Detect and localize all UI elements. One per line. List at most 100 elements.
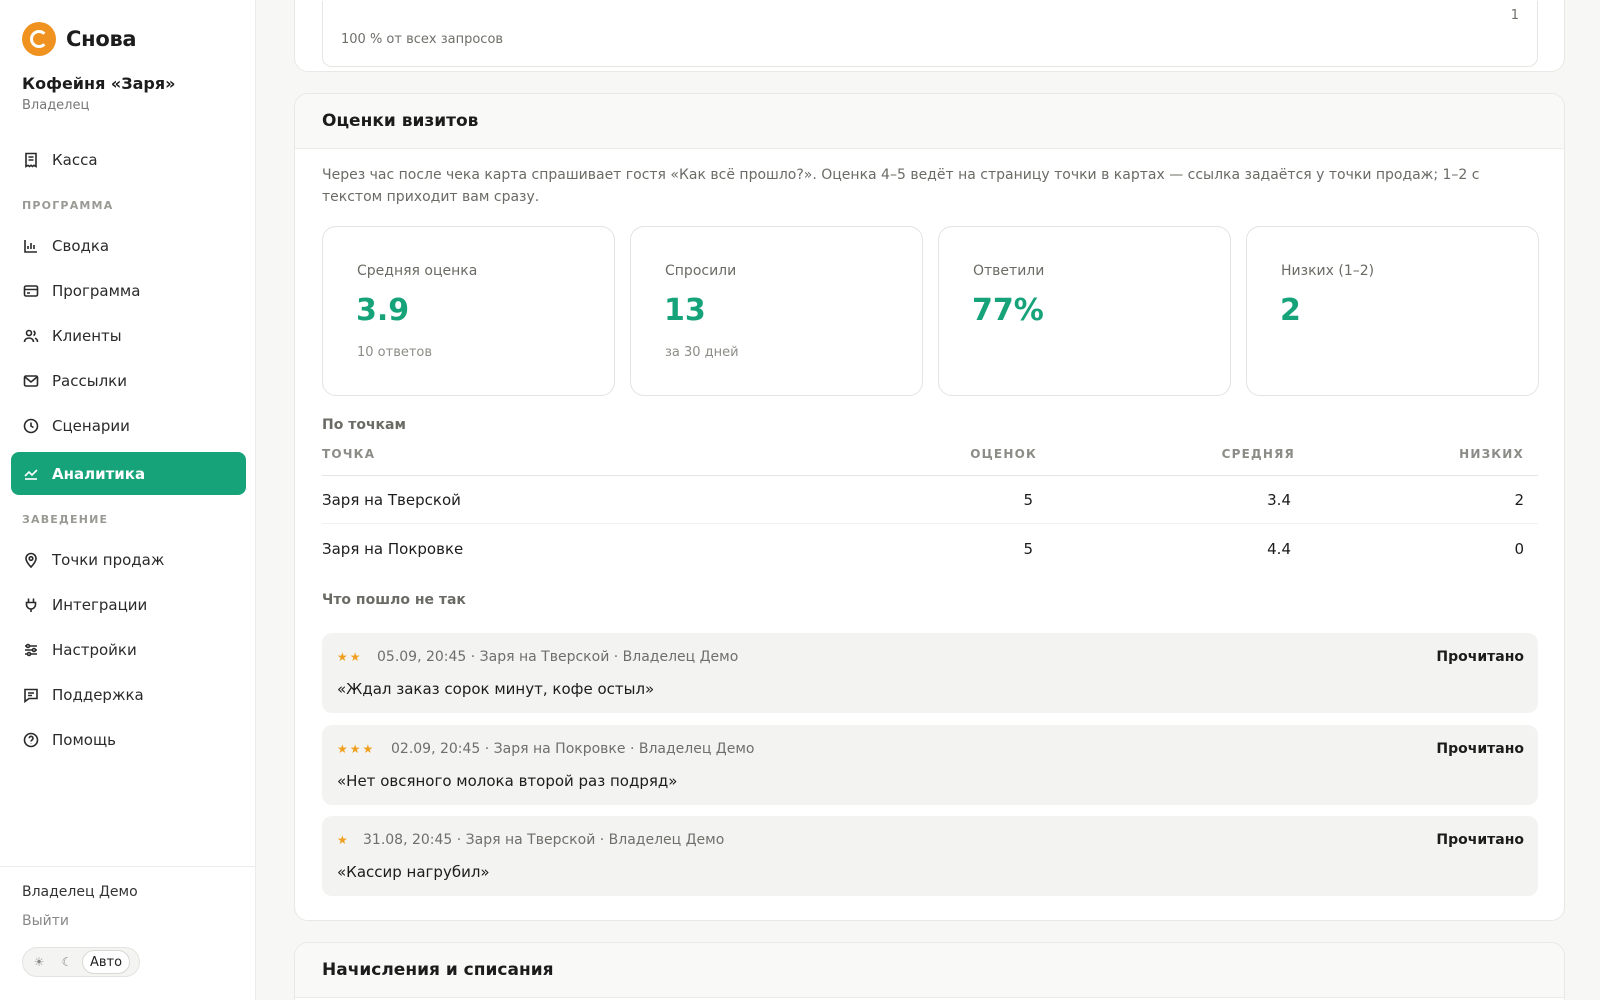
sidebar-divider — [0, 866, 255, 867]
issues-title: Что пошло не так — [322, 592, 466, 608]
stat-card-average: Средняя оценка 3.9 10 ответов — [322, 226, 615, 396]
cell-low: 2 — [1514, 491, 1524, 509]
bar-chart-icon — [23, 238, 39, 254]
sidebar-item-label: Клиенты — [52, 326, 122, 345]
row-divider — [322, 523, 1538, 524]
column-header-point: ТОЧКА — [322, 447, 376, 461]
sidebar: Снова Кофейня «Заря» Владелец Касса ПРОГ… — [0, 0, 256, 1000]
sidebar-item-label: Точки продаж — [52, 550, 165, 569]
theme-auto-button[interactable]: Авто — [82, 950, 130, 974]
feedback-text: «Ждал заказ сорок минут, кофе остыл» — [337, 680, 655, 698]
nav-section-program: ПРОГРАММА — [22, 199, 114, 212]
sidebar-item-label: Сценарии — [52, 416, 130, 435]
channel-card: 100 % от всех запросов 1 — [294, 0, 1565, 72]
rating-stars: ★ — [337, 833, 350, 847]
feedback-text: «Кассир нагрубил» — [337, 863, 490, 881]
sidebar-item-support[interactable]: Поддержка — [11, 673, 246, 716]
feedback-meta: 31.08, 20:45 · Заря на Тверской · Владел… — [363, 832, 725, 848]
stat-sub: за 30 дней — [665, 345, 739, 360]
sidebar-item-help[interactable]: Помощь — [11, 718, 246, 761]
read-status-button[interactable]: Прочитано — [1436, 649, 1524, 665]
brand-name: Снова — [66, 27, 137, 51]
nav-section-venue: ЗАВЕДЕНИЕ — [22, 513, 109, 526]
column-header-average: СРЕДНЯЯ — [1221, 447, 1295, 461]
sidebar-item-program[interactable]: Программа — [11, 269, 246, 312]
column-header-low: НИЗКИХ — [1459, 447, 1524, 461]
sidebar-item-analytics[interactable]: Аналитика — [11, 452, 246, 495]
sidebar-item-summary[interactable]: Сводка — [11, 224, 246, 267]
by-point-title: По точкам — [322, 417, 406, 433]
users-icon — [23, 328, 39, 344]
sidebar-item-points[interactable]: Точки продаж — [11, 538, 246, 581]
card-title: Оценки визитов — [295, 94, 1564, 149]
cell-count: 5 — [1023, 540, 1033, 558]
cell-average: 3.4 — [1267, 491, 1291, 509]
feedback-meta: 05.09, 20:45 · Заря на Тверской · Владел… — [377, 649, 739, 665]
mail-icon — [23, 373, 39, 389]
table-header-divider — [322, 475, 1538, 476]
feedback-item: ★★ 05.09, 20:45 · Заря на Тверской · Вла… — [322, 633, 1538, 713]
rating-stars: ★★★ — [337, 742, 376, 756]
read-status-button[interactable]: Прочитано — [1436, 741, 1524, 757]
channel-share: 100 % от всех запросов — [341, 32, 504, 47]
logout-link[interactable]: Выйти — [22, 913, 69, 929]
trend-icon — [23, 466, 39, 482]
feedback-meta: 02.09, 20:45 · Заря на Покровке · Владел… — [391, 741, 755, 757]
sidebar-item-mailings[interactable]: Рассылки — [11, 359, 246, 402]
sidebar-item-label: Касса — [52, 150, 98, 169]
sidebar-item-label: Программа — [52, 281, 141, 300]
stat-value: 13 — [664, 293, 706, 328]
brand-logo[interactable]: Снова — [22, 22, 137, 56]
feedback-item: ★ 31.08, 20:45 · Заря на Тверской · Влад… — [322, 816, 1538, 896]
sun-icon[interactable]: ☀ — [26, 950, 52, 974]
sidebar-item-label: Интеграции — [52, 595, 148, 614]
sidebar-item-settings[interactable]: Настройки — [11, 628, 246, 671]
current-user: Владелец Демо — [22, 884, 138, 900]
stat-label: Ответили — [973, 263, 1045, 279]
stat-value: 3.9 — [356, 293, 410, 328]
rating-stars: ★★ — [337, 650, 363, 664]
read-status-button[interactable]: Прочитано — [1436, 832, 1524, 848]
stat-label: Спросили — [665, 263, 737, 279]
stat-value: 77% — [972, 293, 1044, 328]
channel-row: 100 % от всех запросов 1 — [322, 1, 1538, 67]
receipt-icon — [23, 152, 39, 168]
cell-point: Заря на Покровке — [322, 540, 464, 558]
theme-switch: ☀ ☾ Авто — [22, 947, 140, 977]
stat-value: 2 — [1280, 293, 1301, 328]
clock-icon — [23, 418, 39, 434]
column-header-count: ОЦЕНОК — [970, 447, 1037, 461]
visit-ratings-card: Оценки визитов Через час после чека карт… — [294, 93, 1565, 921]
venue-name: Кофейня «Заря» — [22, 74, 176, 93]
accruals-card: Начисления и списания — [294, 942, 1565, 1000]
sidebar-item-scenarios[interactable]: Сценарии — [11, 404, 246, 447]
chat-icon — [23, 687, 39, 703]
channel-count: 1 — [1510, 8, 1519, 23]
sidebar-item-label: Сводка — [52, 236, 110, 255]
ratings-intro: Через час после чека карта спрашивает го… — [322, 167, 1480, 205]
stat-card-asked: Спросили 13 за 30 дней — [630, 226, 923, 396]
sidebar-item-cashier[interactable]: Касса — [11, 138, 246, 181]
cell-count: 5 — [1023, 491, 1033, 509]
moon-icon[interactable]: ☾ — [54, 950, 80, 974]
help-icon — [23, 732, 39, 748]
stat-card-answered: Ответили 77% — [938, 226, 1231, 396]
feedback-text: «Нет овсяного молока второй раз подряд» — [337, 772, 678, 790]
card-title: Начисления и списания — [295, 943, 1564, 998]
cell-average: 4.4 — [1267, 540, 1291, 558]
stat-card-low: Низких (1–2) 2 — [1246, 226, 1539, 396]
cell-point: Заря на Тверской — [322, 491, 461, 509]
sliders-icon — [23, 642, 39, 658]
feedback-item: ★★★ 02.09, 20:45 · Заря на Покровке · Вл… — [322, 725, 1538, 805]
stat-sub: 10 ответов — [357, 345, 433, 360]
sidebar-item-label: Рассылки — [52, 371, 127, 390]
logo-icon — [22, 22, 56, 56]
venue-role: Владелец — [22, 98, 90, 113]
sidebar-item-clients[interactable]: Клиенты — [11, 314, 246, 357]
sidebar-item-label: Помощь — [52, 730, 116, 749]
sidebar-item-label: Настройки — [52, 640, 137, 659]
sidebar-item-label: Поддержка — [52, 685, 144, 704]
stat-label: Средняя оценка — [357, 263, 478, 279]
stat-label: Низких (1–2) — [1281, 263, 1375, 279]
sidebar-item-integrations[interactable]: Интеграции — [11, 583, 246, 626]
